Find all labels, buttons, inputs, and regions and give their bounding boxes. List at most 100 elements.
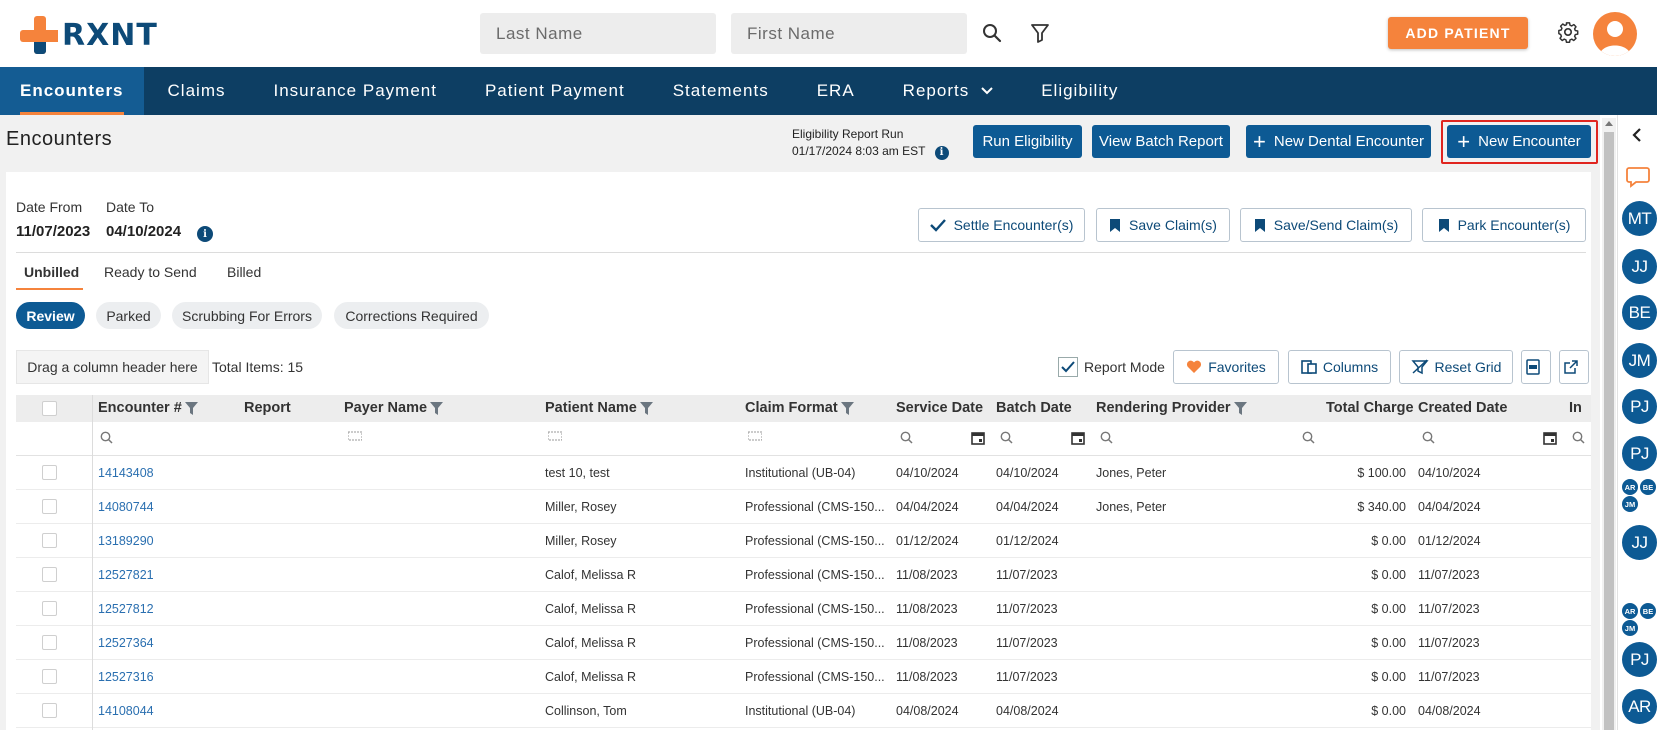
tab-ready-to-send[interactable]: Ready to Send xyxy=(104,264,197,280)
vertical-scrollbar[interactable] xyxy=(1602,118,1616,730)
dropdown-filter-icon[interactable] xyxy=(548,431,562,441)
cell-encounter-number[interactable]: 12527364 xyxy=(98,636,218,650)
cell-encounter-number[interactable]: 12527316 xyxy=(98,670,218,684)
row-checkbox[interactable] xyxy=(42,499,57,514)
scroll-up-icon[interactable] xyxy=(1605,120,1613,128)
column-header-in[interactable]: In xyxy=(1569,400,1582,416)
rail-avatar-pj[interactable]: PJ xyxy=(1622,389,1657,424)
nav-era[interactable]: ERA xyxy=(793,67,879,115)
calendar-icon[interactable] xyxy=(971,431,985,445)
run-eligibility-button[interactable]: Run Eligibility xyxy=(973,125,1082,158)
cell-encounter-number[interactable]: 14108044 xyxy=(98,704,218,718)
add-patient-button[interactable]: ADD PATIENT xyxy=(1388,17,1528,49)
column-filter-icon[interactable] xyxy=(184,401,198,415)
pill-scrubbing-for-errors[interactable]: Scrubbing For Errors xyxy=(172,302,322,329)
rail-avatar-pj[interactable]: PJ xyxy=(1622,642,1657,677)
column-header-service-date[interactable]: Service Date xyxy=(896,400,983,416)
row-checkbox[interactable] xyxy=(42,635,57,650)
save-send-claims-button[interactable]: Save/Send Claim(s) xyxy=(1240,208,1412,242)
rail-avatar-jj[interactable]: JJ xyxy=(1622,525,1657,560)
new-dental-encounter-button[interactable]: + New Dental Encounter xyxy=(1246,125,1431,158)
rxnt-logo[interactable]: RXNT xyxy=(20,16,158,54)
column-header-encounter[interactable]: Encounter # xyxy=(98,400,198,416)
row-checkbox[interactable] xyxy=(42,703,57,718)
filter-icon[interactable] xyxy=(1028,21,1052,45)
chevron-left-icon[interactable] xyxy=(1632,128,1642,142)
column-header-created-date[interactable]: Created Date xyxy=(1418,400,1507,416)
row-checkbox[interactable] xyxy=(42,567,57,582)
column-filter-icon[interactable] xyxy=(1233,401,1247,415)
settle-encounters-button[interactable]: Settle Encounter(s) xyxy=(918,208,1085,242)
rail-avatar-ar[interactable]: AR xyxy=(1622,689,1657,724)
group-drop-zone[interactable]: Drag a column header here xyxy=(16,350,209,384)
export-button[interactable] xyxy=(1559,350,1589,384)
nav-insurance-payment[interactable]: Insurance Payment xyxy=(249,67,460,115)
column-filter-icon[interactable] xyxy=(840,401,854,415)
dropdown-filter-icon[interactable] xyxy=(748,431,762,441)
column-header-payer[interactable]: Payer Name xyxy=(344,400,444,416)
reset-grid-button[interactable]: Reset Grid xyxy=(1399,350,1513,384)
column-header-report[interactable]: Report xyxy=(244,400,291,416)
cell-encounter-number[interactable]: 13189290 xyxy=(98,534,218,548)
tab-unbilled[interactable]: Unbilled xyxy=(24,264,79,280)
table-row[interactable]: 12527364 Calof, Melissa R Professional (CM… xyxy=(16,626,1591,660)
row-checkbox[interactable] xyxy=(42,601,57,616)
row-checkbox[interactable] xyxy=(42,465,57,480)
new-encounter-button[interactable]: + New Encounter xyxy=(1447,125,1591,158)
nav-patient-payment[interactable]: Patient Payment xyxy=(461,67,649,115)
pill-parked[interactable]: Parked xyxy=(96,302,161,329)
table-row[interactable]: 12527812 Calof, Melissa R Professional (CM… xyxy=(16,592,1591,626)
rail-avatar-jj[interactable]: JJ xyxy=(1622,249,1657,284)
export-pdf-button[interactable] xyxy=(1521,350,1551,384)
column-header-rendering-provider[interactable]: Rendering Provider xyxy=(1096,400,1247,416)
column-filter-icon[interactable] xyxy=(639,401,653,415)
row-checkbox[interactable] xyxy=(42,533,57,548)
column-header-patient[interactable]: Patient Name xyxy=(545,400,653,416)
user-avatar[interactable] xyxy=(1593,12,1637,56)
chat-icon[interactable] xyxy=(1626,166,1650,188)
columns-button[interactable]: Columns xyxy=(1288,350,1391,384)
nav-eligibility[interactable]: Eligibility xyxy=(1017,67,1142,115)
pill-review[interactable]: Review xyxy=(16,302,85,329)
search-icon[interactable] xyxy=(900,431,913,444)
cell-encounter-number[interactable]: 14143408 xyxy=(98,466,218,480)
calendar-icon[interactable] xyxy=(1071,431,1085,445)
select-all-checkbox[interactable] xyxy=(42,401,57,416)
table-row[interactable]: 14108044 Collinson, Tom Institutional (UB-… xyxy=(16,694,1591,728)
column-header-claim-format[interactable]: Claim Format xyxy=(745,400,854,416)
nav-reports[interactable]: Reports xyxy=(879,67,1018,115)
gear-icon[interactable] xyxy=(1556,20,1580,44)
save-claims-button[interactable]: Save Claim(s) xyxy=(1096,208,1230,242)
pill-corrections-required[interactable]: Corrections Required xyxy=(334,302,489,329)
search-icon[interactable] xyxy=(100,431,113,444)
column-header-batch-date[interactable]: Batch Date xyxy=(996,400,1072,416)
search-icon[interactable] xyxy=(1572,431,1585,444)
report-mode-checkbox[interactable] xyxy=(1058,357,1078,377)
favorites-button[interactable]: Favorites xyxy=(1173,350,1279,384)
last-name-input[interactable] xyxy=(480,13,716,54)
cell-encounter-number[interactable]: 14080744 xyxy=(98,500,218,514)
table-row[interactable]: 14080744 Miller, Rosey Professional (CMS-1… xyxy=(16,490,1591,524)
search-icon[interactable] xyxy=(1302,431,1315,444)
dropdown-filter-icon[interactable] xyxy=(348,431,362,441)
date-from-value[interactable]: 11/07/2023 xyxy=(16,223,90,240)
park-encounters-button[interactable]: Park Encounter(s) xyxy=(1422,208,1586,242)
rail-avatar-pj[interactable]: PJ xyxy=(1622,436,1657,471)
calendar-icon[interactable] xyxy=(1543,431,1557,445)
table-row[interactable]: 12527316 Calof, Melissa R Professional (CM… xyxy=(16,660,1591,694)
scrollbar-thumb[interactable] xyxy=(1604,132,1614,730)
table-row[interactable]: 12527821 Calof, Melissa R Professional (CM… xyxy=(16,558,1591,592)
table-row[interactable]: 13189290 Miller, Rosey Professional (CMS-1… xyxy=(16,524,1591,558)
rail-avatar-mt[interactable]: MT xyxy=(1622,201,1657,236)
rail-avatar-jm[interactable]: JM xyxy=(1622,343,1657,378)
cell-encounter-number[interactable]: 12527812 xyxy=(98,602,218,616)
tab-billed[interactable]: Billed xyxy=(227,264,261,280)
info-icon[interactable]: i xyxy=(197,226,213,242)
nav-statements[interactable]: Statements xyxy=(649,67,793,115)
nav-claims[interactable]: Claims xyxy=(144,67,250,115)
table-row[interactable]: 14143408 test 10, test Institutional (UB-0… xyxy=(16,456,1591,490)
view-batch-report-button[interactable]: View Batch Report xyxy=(1092,125,1230,158)
nav-encounters[interactable]: Encounters xyxy=(0,67,144,115)
first-name-input[interactable] xyxy=(731,13,967,54)
rail-avatar-be[interactable]: BE xyxy=(1622,295,1657,330)
